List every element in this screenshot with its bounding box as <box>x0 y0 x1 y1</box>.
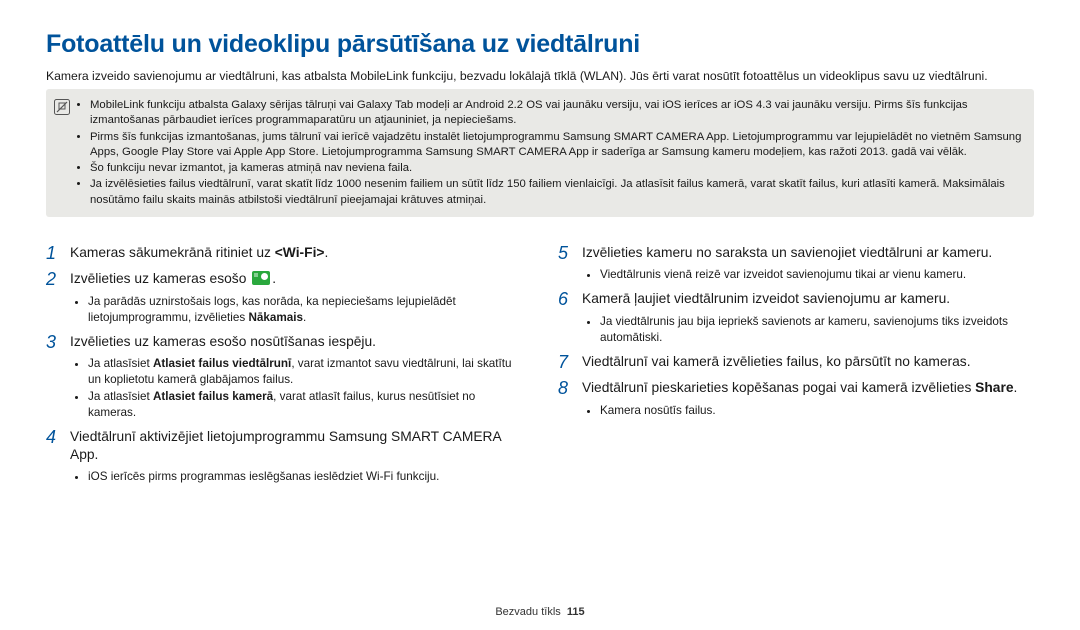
step-3: 3 Izvēlieties uz kameras esošo nosūtīšan… <box>46 332 522 353</box>
step-text: Viedtālrunī vai kamerā izvēlieties failu… <box>582 352 971 372</box>
text: . <box>1014 380 1018 395</box>
text: . <box>303 311 306 324</box>
list-item: Kamera nosūtīs failus. <box>600 403 1034 419</box>
text: Kameras sākumekrānā ritiniet uz <box>70 245 275 260</box>
text: Ja atlasīsiet <box>88 390 153 403</box>
note-item: Pirms šīs funkcijas izmantošanas, jums t… <box>90 130 1024 161</box>
step-4: 4 Viedtālrunī aktivizējiet lietojumprogr… <box>46 427 522 465</box>
step-5-sub: Viedtālrunis vienā reizē var izveidot sa… <box>588 267 1034 283</box>
step-6-sub: Ja viedtālrunis jau bija iepriekš savien… <box>588 314 1034 346</box>
step-2: 2 Izvēlieties uz kameras esošo . <box>46 269 522 290</box>
note-item: MobileLink funkciju atbalsta Galaxy sēri… <box>90 98 1024 129</box>
step-3-sub: Ja atlasīsiet Atlasiet failus viedtālrun… <box>76 356 522 420</box>
info-icon <box>54 99 70 115</box>
step-number: 7 <box>558 352 574 373</box>
right-column: 5 Izvēlieties kameru no saraksta un savi… <box>558 237 1034 491</box>
step-number: 5 <box>558 243 574 264</box>
bold: Atlasiet failus viedtālrunī <box>153 357 291 370</box>
step-6: 6 Kamerā ļaujiet viedtālrunim izveidot s… <box>558 289 1034 310</box>
step-8: 8 Viedtālrunī pieskarieties kopēšanas po… <box>558 378 1034 399</box>
note-item: Šo funkciju nevar izmantot, ja kameras a… <box>90 161 1024 176</box>
list-item: Viedtālrunis vienā reizē var izveidot sa… <box>600 267 1034 283</box>
note-item: Ja izvēlēsieties failus viedtālrunī, var… <box>90 177 1024 208</box>
step-text: Viedtālrunī aktivizējiet lietojumprogram… <box>70 427 522 465</box>
step-text: Kamerā ļaujiet viedtālrunim izveidot sav… <box>582 289 950 309</box>
text: Ja atlasīsiet <box>88 357 153 370</box>
step-number: 2 <box>46 269 62 290</box>
step-text: Izvēlieties kameru no saraksta un savien… <box>582 243 992 263</box>
note-box: MobileLink funkciju atbalsta Galaxy sēri… <box>46 89 1034 217</box>
step-number: 8 <box>558 378 574 399</box>
text: . <box>324 245 328 260</box>
step-text: Izvēlieties uz kameras esošo nosūtīšanas… <box>70 332 376 352</box>
page-title: Fotoattēlu un videoklipu pārsūtīšana uz … <box>46 30 1034 59</box>
note-list: MobileLink funkciju atbalsta Galaxy sēri… <box>78 97 1024 209</box>
page-number: 115 <box>567 606 585 618</box>
footer: Bezvadu tīkls 115 <box>0 606 1080 618</box>
step-text: Kameras sākumekrānā ritiniet uz <Wi-Fi>. <box>70 243 328 263</box>
step-text: Izvēlieties uz kameras esošo . <box>70 269 276 289</box>
wifi-label: <Wi-Fi> <box>275 245 325 260</box>
list-item: Ja atlasīsiet Atlasiet failus kamerā, va… <box>88 389 522 421</box>
steps-columns: 1 Kameras sākumekrānā ritiniet uz <Wi-Fi… <box>46 237 1034 491</box>
step-2-sub: Ja parādās uznirstošais logs, kas norāda… <box>76 294 522 326</box>
list-item: Ja atlasīsiet Atlasiet failus viedtālrun… <box>88 356 522 388</box>
share-label: Share <box>975 380 1013 395</box>
text: Viedtālrunī pieskarieties kopēšanas poga… <box>582 380 975 395</box>
left-column: 1 Kameras sākumekrānā ritiniet uz <Wi-Fi… <box>46 237 522 491</box>
text: Izvēlieties uz kameras esošo <box>70 271 250 286</box>
step-5: 5 Izvēlieties kameru no saraksta un savi… <box>558 243 1034 264</box>
step-number: 4 <box>46 427 62 448</box>
step-number: 6 <box>558 289 574 310</box>
step-1: 1 Kameras sākumekrānā ritiniet uz <Wi-Fi… <box>46 243 522 264</box>
bold: Nākamais <box>248 311 303 324</box>
intro-text: Kamera izveido savienojumu ar viedtālrun… <box>46 69 1034 83</box>
step-number: 1 <box>46 243 62 264</box>
list-item: iOS ierīcēs pirms programmas ieslēgšanas… <box>88 469 522 485</box>
document-page: Fotoattēlu un videoklipu pārsūtīšana uz … <box>0 0 1080 630</box>
step-7: 7 Viedtālrunī vai kamerā izvēlieties fai… <box>558 352 1034 373</box>
step-4-sub: iOS ierīcēs pirms programmas ieslēgšanas… <box>76 469 522 485</box>
bold: Atlasiet failus kamerā <box>153 390 273 403</box>
mobilelink-icon <box>252 271 270 285</box>
step-8-sub: Kamera nosūtīs failus. <box>588 403 1034 419</box>
list-item: Ja viedtālrunis jau bija iepriekš savien… <box>600 314 1034 346</box>
step-text: Viedtālrunī pieskarieties kopēšanas poga… <box>582 378 1017 398</box>
list-item: Ja parādās uznirstošais logs, kas norāda… <box>88 294 522 326</box>
text: . <box>272 271 276 286</box>
footer-section: Bezvadu tīkls <box>495 606 560 618</box>
step-number: 3 <box>46 332 62 353</box>
